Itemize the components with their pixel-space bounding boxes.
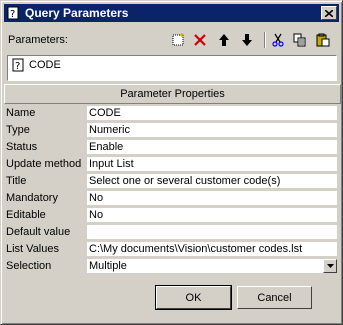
update-method-field[interactable]: Input List xyxy=(87,157,337,171)
list-item[interactable]: ? CODE xyxy=(12,58,61,72)
svg-text:?: ? xyxy=(15,61,20,72)
property-row-title: Title Select one or several customer cod… xyxy=(4,173,339,190)
parameter-name: CODE xyxy=(29,59,61,71)
property-row-type: Type Numeric xyxy=(4,122,339,139)
close-icon xyxy=(325,9,333,17)
list-values-field[interactable]: C:\My documents\Vision\customer codes.ls… xyxy=(87,242,337,256)
move-down-button[interactable] xyxy=(237,31,257,49)
property-row-name: Name CODE xyxy=(4,105,339,122)
property-label: Status xyxy=(6,141,38,153)
default-value-field[interactable] xyxy=(87,225,337,239)
delete-icon xyxy=(194,34,206,46)
property-label: Mandatory xyxy=(6,192,58,204)
editable-field[interactable]: No xyxy=(87,208,337,222)
paste-icon xyxy=(316,33,330,47)
move-down-icon xyxy=(242,34,252,46)
title-field[interactable]: Select one or several customer code(s) xyxy=(87,174,337,188)
property-label: Update method xyxy=(6,158,82,170)
property-row-selection: Selection Multiple xyxy=(4,258,339,275)
svg-text:?: ? xyxy=(10,9,15,20)
move-up-icon xyxy=(219,34,229,46)
property-label: Title xyxy=(6,175,27,187)
properties-header: Parameter Properties xyxy=(4,84,341,104)
copy-button[interactable] xyxy=(290,31,310,49)
query-icon: ? xyxy=(7,6,19,20)
new-icon xyxy=(172,33,184,46)
property-label: Type xyxy=(6,124,30,136)
status-field[interactable]: Enable xyxy=(87,140,337,154)
copy-icon xyxy=(293,33,306,47)
property-label: Selection xyxy=(6,260,52,272)
move-up-button[interactable] xyxy=(214,31,234,49)
window-title: Query Parameters xyxy=(25,6,129,20)
query-parameters-dialog: ? Query Parameters Parameters: ? CODE Pa… xyxy=(0,0,343,325)
properties-header-label: Parameter Properties xyxy=(120,88,225,100)
close-button[interactable] xyxy=(321,6,337,20)
selection-value: Multiple xyxy=(89,260,127,272)
mandatory-field[interactable]: No xyxy=(87,191,337,205)
type-field[interactable]: Numeric xyxy=(87,123,337,137)
property-row-mandatory: Mandatory No xyxy=(4,190,339,207)
selection-dropdown-button[interactable] xyxy=(323,259,337,273)
delete-parameter-button[interactable] xyxy=(190,31,210,49)
ok-button[interactable]: OK xyxy=(155,285,232,310)
toolbar-separator xyxy=(264,32,265,48)
property-label: Editable xyxy=(6,209,46,221)
paste-button[interactable] xyxy=(313,31,333,49)
property-row-update-method: Update method Input List xyxy=(4,156,339,173)
title-bar[interactable]: ? Query Parameters xyxy=(4,4,339,22)
parameters-list[interactable]: ? CODE xyxy=(7,55,337,81)
property-row-editable: Editable No xyxy=(4,207,339,224)
cut-button[interactable] xyxy=(268,31,288,49)
parameter-icon: ? xyxy=(12,58,24,72)
name-field[interactable]: CODE xyxy=(87,106,337,120)
property-label: List Values xyxy=(6,243,59,255)
chevron-down-icon xyxy=(326,264,334,268)
new-parameter-button[interactable] xyxy=(168,31,188,49)
parameters-label: Parameters: xyxy=(8,34,68,46)
cut-icon xyxy=(272,33,284,47)
property-row-status: Status Enable xyxy=(4,139,339,156)
properties-grid: Name CODE Type Numeric Status Enable Upd… xyxy=(4,105,339,275)
property-label: Default value xyxy=(6,226,71,238)
property-row-list-values: List Values C:\My documents\Vision\custo… xyxy=(4,241,339,258)
cancel-button[interactable]: Cancel xyxy=(237,286,312,309)
selection-dropdown[interactable]: Multiple xyxy=(87,259,337,273)
property-row-default-value: Default value xyxy=(4,224,339,241)
property-label: Name xyxy=(6,107,36,119)
